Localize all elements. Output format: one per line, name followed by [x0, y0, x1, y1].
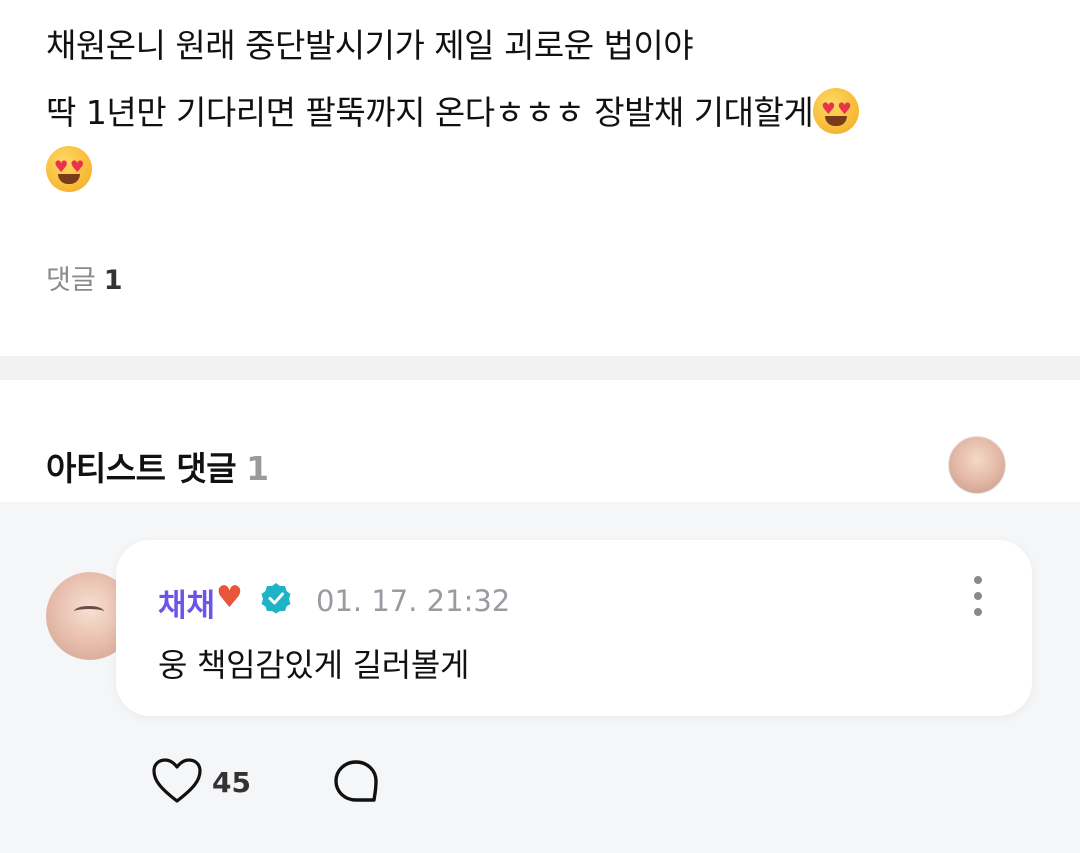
heart-eyes-emoji-icon: ♥ ♥	[46, 146, 92, 192]
artist-comments-count: 1	[246, 449, 269, 488]
section-divider	[0, 356, 1080, 380]
artist-comments-header: 아티스트 댓글 1	[0, 380, 1080, 502]
artist-comment-area: 채채 ♥ 01. 17. 21:32 웅 책임감있게 길러볼게 45	[0, 502, 1080, 853]
heart-eyes-emoji-icon: ♥ ♥	[813, 88, 860, 134]
comment-count[interactable]: 댓글 1	[46, 258, 122, 297]
post-text-line-1: 채원온니 원래 중단발시기가 제일 괴로운 법이야	[46, 26, 694, 65]
comment-bubble: 채채 ♥ 01. 17. 21:32 웅 책임감있게 길러볼게	[116, 540, 1032, 716]
post-text-line-2: 딱 1년만 기다리면 팔뚝까지 온다ㅎㅎㅎ 장발채 기대할게 ♥ ♥	[46, 88, 860, 134]
more-options-icon[interactable]	[972, 576, 984, 616]
comment-text: 웅 책임감있게 길러볼게	[158, 646, 470, 684]
artist-avatar[interactable]	[948, 436, 1006, 494]
comment-count-label: 댓글	[46, 265, 96, 296]
like-count: 45	[212, 766, 251, 799]
artist-comments-label: 아티스트 댓글	[46, 449, 237, 488]
fan-post: 채원온니 원래 중단발시기가 제일 괴로운 법이야 딱 1년만 기다리면 팔뚝까…	[0, 0, 1080, 356]
post-text-line-2-text: 딱 1년만 기다리면 팔뚝까지 온다ㅎㅎㅎ 장발채 기대할게	[46, 93, 814, 132]
comment-author-name[interactable]: 채채	[158, 580, 215, 625]
comment-timestamp: 01. 17. 21:32	[316, 584, 511, 618]
reply-bubble-icon[interactable]	[332, 758, 380, 806]
verified-badge-icon	[261, 583, 291, 614]
artist-comments-title: 아티스트 댓글 1	[46, 442, 269, 490]
comment-count-value: 1	[103, 265, 123, 296]
heart-like-icon[interactable]	[150, 756, 204, 806]
orange-heart-icon: ♥	[216, 580, 243, 615]
post-text-line-3: ♥ ♥	[46, 146, 92, 192]
